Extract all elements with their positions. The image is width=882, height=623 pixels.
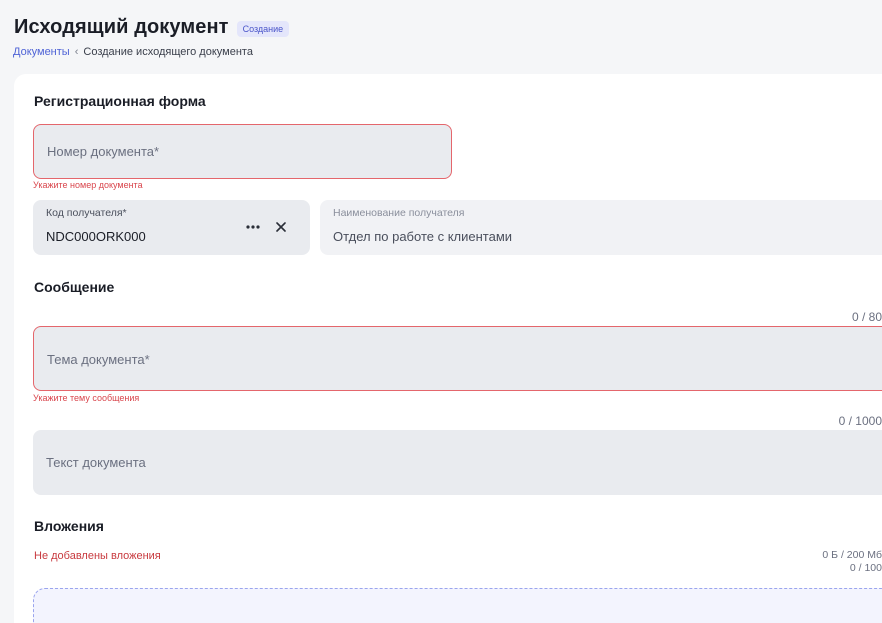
attachments-count: 0 / 100 (849, 562, 882, 574)
body-counter: 0 / 1000 (838, 414, 882, 428)
subject-placeholder: Тема документа* (47, 352, 150, 367)
body-field[interactable]: Текст документа (33, 430, 882, 495)
recipient-code-label: Код получателя* (46, 207, 127, 219)
section-title-registration: Регистрационная форма (34, 93, 206, 109)
recipient-name-label: Наименование получателя (333, 207, 465, 219)
close-icon[interactable] (273, 219, 289, 235)
chevron-left-icon: ‹ (74, 46, 79, 58)
body-placeholder: Текст документа (46, 455, 146, 470)
status-badge: Создание (236, 20, 290, 37)
recipient-code-value: NDC000ORK000 (46, 229, 146, 244)
breadcrumb: Документы ‹ Создание исходящего документ… (13, 46, 253, 58)
doc-number-error: Укажите номер документа (33, 180, 143, 190)
attachments-size: 0 Б / 200 Мб (822, 549, 882, 561)
attachments-dropzone[interactable] (33, 588, 882, 623)
section-title-attachments: Вложения (34, 518, 104, 534)
subject-field[interactable]: Тема документа* (33, 326, 882, 391)
recipient-code-field[interactable]: Код получателя* NDC000ORK000 (33, 200, 310, 255)
more-horizontal-icon[interactable] (245, 219, 261, 235)
subject-error: Укажите тему сообщения (33, 393, 140, 403)
breadcrumb-current: Создание исходящего документа (83, 46, 253, 58)
doc-number-placeholder: Номер документа* (47, 144, 160, 159)
doc-number-field[interactable]: Номер документа* (33, 124, 452, 179)
subject-counter: 0 / 80 (851, 310, 882, 324)
recipient-name-field: Наименование получателя Отдел по работе … (320, 200, 882, 255)
section-title-message: Сообщение (34, 279, 115, 295)
page-header: Исходящий документ Создание Документы ‹ … (0, 0, 882, 72)
recipient-name-value: Отдел по работе с клиентами (333, 229, 513, 244)
title-row: Исходящий документ Создание (14, 16, 290, 39)
page-title: Исходящий документ (14, 16, 229, 38)
attachments-limits: 0 Б / 200 Мб 0 / 100 (822, 549, 882, 575)
breadcrumb-link-documents[interactable]: Документы (13, 46, 70, 58)
attachments-empty-text: Не добавлены вложения (34, 550, 161, 562)
